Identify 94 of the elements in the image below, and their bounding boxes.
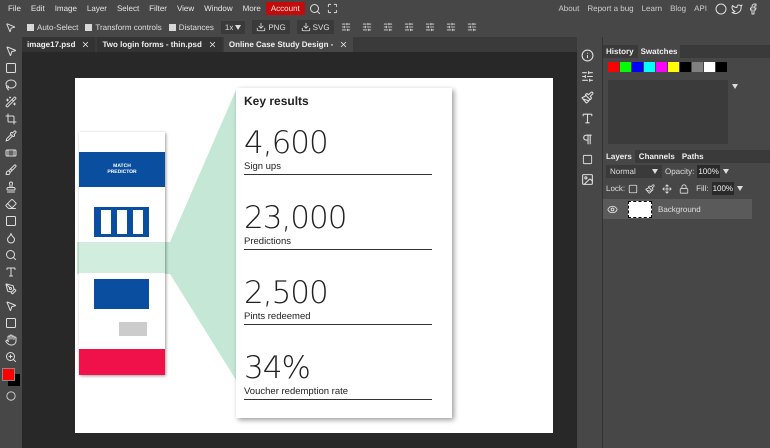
move-icon[interactable]: [662, 184, 672, 194]
close-icon[interactable]: [208, 40, 217, 49]
fill-field[interactable]: 100%: [712, 182, 734, 195]
menu-item[interactable]: Edit: [26, 2, 50, 15]
stat-label: Voucher redemption rate: [244, 386, 350, 397]
checkbox-label: Distances: [178, 22, 214, 32]
header-link[interactable]: API: [694, 4, 707, 13]
menu-item[interactable]: Layer: [82, 2, 112, 15]
layer-thumbnail: [628, 200, 652, 218]
color-swatch[interactable]: [704, 62, 715, 72]
brush-icon[interactable]: [581, 91, 594, 104]
stat-value: 2,500: [244, 275, 329, 311]
caret-icon[interactable]: [732, 84, 738, 89]
zoom-dropdown[interactable]: 1x: [220, 20, 246, 34]
document-tab[interactable]: Online Case Study Design -: [224, 37, 354, 52]
menu-item[interactable]: Account: [266, 2, 305, 15]
facebook-icon[interactable]: [747, 2, 759, 14]
info-icon[interactable]: [581, 49, 594, 62]
checkbox-label: Auto-Select: [37, 22, 78, 32]
document-tab[interactable]: image17.psd: [22, 37, 96, 52]
opacity-field[interactable]: 100%: [697, 165, 720, 178]
rectangle-icon[interactable]: [3, 315, 19, 330]
type-icon[interactable]: [581, 112, 594, 125]
stat-value: 34%: [244, 350, 311, 386]
layer-name: Background: [658, 204, 701, 214]
color-swatch[interactable]: [608, 62, 619, 72]
background-color-swatch[interactable]: [8, 374, 20, 386]
menu-item[interactable]: File: [3, 2, 26, 15]
menu-item[interactable]: Select: [112, 2, 144, 15]
checkbox-box[interactable]: [168, 24, 176, 30]
stat-label: Predictions: [244, 236, 292, 247]
marquee-tool-icon[interactable]: [3, 60, 19, 75]
foreground-color-swatch[interactable]: [2, 368, 15, 381]
color-swatch[interactable]: [692, 62, 703, 72]
move-tool-icon[interactable]: [5, 22, 16, 32]
document-tab[interactable]: Two login forms - thin.psd: [97, 37, 222, 52]
stat-label: Sign ups: [244, 161, 282, 172]
checkbox-box[interactable]: [27, 24, 34, 30]
color-swatch[interactable]: [644, 62, 655, 72]
lock-label: Lock:: [606, 184, 626, 193]
image-icon[interactable]: [581, 173, 594, 186]
blend-mode-dropdown[interactable]: Normal: [606, 165, 662, 178]
fill-label: Fill:: [696, 184, 709, 193]
fullscreen-icon[interactable]: [326, 3, 338, 14]
zoom-icon[interactable]: [3, 349, 19, 364]
checkbox[interactable]: Distances: [168, 22, 214, 32]
menu-item[interactable]: Filter: [144, 2, 172, 15]
download-icon: [300, 22, 311, 32]
lasso-tool-icon[interactable]: [3, 77, 19, 92]
checkbox[interactable]: Auto-Select: [27, 22, 78, 32]
color-swatch[interactable]: [680, 62, 691, 72]
brush-icon[interactable]: [3, 162, 19, 177]
color-swatch[interactable]: [656, 62, 667, 72]
stat-value: 4,600: [244, 125, 329, 161]
eyedropper-icon[interactable]: [3, 128, 19, 143]
layer-row[interactable]: Background: [603, 199, 752, 219]
bird-icon[interactable]: [731, 2, 743, 14]
menu-item[interactable]: Image: [50, 2, 82, 15]
paragraph-icon[interactable]: [581, 133, 594, 146]
lock-icon[interactable]: [679, 184, 690, 194]
header-link[interactable]: Learn: [642, 4, 662, 13]
close-icon[interactable]: [81, 40, 90, 49]
color-swatch[interactable]: [716, 62, 727, 72]
brush-icon[interactable]: [645, 184, 656, 194]
menu-item[interactable]: View: [172, 2, 200, 15]
hand-icon[interactable]: [3, 332, 19, 347]
stat-label: Pints redeemed: [244, 311, 312, 322]
search-icon[interactable]: [308, 2, 321, 14]
header-link[interactable]: Report a bug: [587, 4, 634, 13]
export-button[interactable]: SVG: [296, 20, 334, 34]
download-icon: [256, 22, 266, 32]
color-swatch[interactable]: [668, 62, 679, 72]
magic-wand-icon[interactable]: [3, 94, 19, 109]
eye-icon[interactable]: [607, 204, 618, 214]
checkbox-box[interactable]: [85, 24, 92, 30]
stat-value: 23,000: [244, 200, 348, 236]
export-button[interactable]: PNG: [252, 20, 290, 34]
header-link[interactable]: About: [558, 4, 580, 13]
close-icon[interactable]: [339, 40, 348, 49]
card-title: Key results: [244, 94, 310, 108]
menu-item[interactable]: Window: [199, 2, 238, 15]
caret-icon[interactable]: [722, 169, 729, 174]
pen-icon[interactable]: [3, 281, 19, 296]
panel-tab[interactable]: Layers: [603, 150, 635, 163]
color-swatch[interactable]: [620, 62, 631, 72]
adjustments-icon[interactable]: [581, 70, 594, 83]
crop-icon[interactable]: [3, 111, 19, 126]
menu-item[interactable]: More: [238, 2, 266, 15]
caret-icon[interactable]: [737, 186, 744, 191]
panel-tab[interactable]: Swatches: [638, 45, 680, 58]
eraser-icon[interactable]: [3, 196, 19, 211]
header-link[interactable]: Blog: [670, 4, 686, 13]
color-swatch[interactable]: [632, 62, 643, 72]
opacity-label: Opacity:: [665, 167, 694, 176]
